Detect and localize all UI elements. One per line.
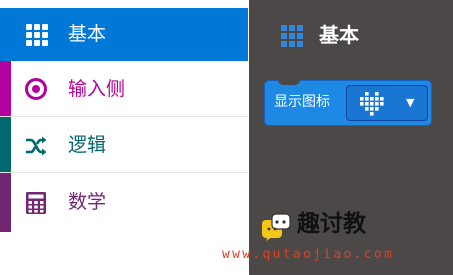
heart-icon [360, 92, 384, 116]
watermark-brand: 趣讨教 [297, 211, 366, 237]
category-label: 数学 [68, 191, 107, 213]
brand-logo-icon [262, 213, 291, 241]
block-label: 显示图标 [274, 94, 330, 110]
category-label: 基本 [68, 23, 107, 45]
watermark-url: www.qutaojiao.com [222, 247, 395, 262]
toolbox-panel: 基本 输入侧 逻辑 数学 [0, 0, 248, 232]
category-stripe [0, 173, 11, 232]
flyout-title: 基本 [319, 23, 359, 47]
toolbox-footer [0, 232, 248, 275]
grid-icon [26, 24, 50, 48]
category-stripe [0, 61, 11, 116]
calculator-icon [26, 192, 46, 214]
block-notch [278, 79, 300, 85]
grid-icon [281, 25, 303, 47]
category-stripe [0, 117, 11, 172]
show-icon-block[interactable]: 显示图标 ▼ [264, 79, 432, 126]
caret-down-icon: ▼ [406, 96, 415, 109]
category-math[interactable]: 数学 [0, 173, 248, 232]
category-input[interactable]: 输入侧 [0, 61, 248, 117]
category-label: 输入侧 [68, 78, 126, 100]
category-logic[interactable]: 逻辑 [0, 117, 248, 173]
category-label: 逻辑 [68, 134, 107, 156]
category-stripe [0, 8, 11, 61]
target-icon [25, 78, 47, 100]
icon-dropdown[interactable]: ▼ [346, 85, 428, 121]
category-basic[interactable]: 基本 [0, 8, 248, 61]
shuffle-icon [26, 136, 47, 156]
